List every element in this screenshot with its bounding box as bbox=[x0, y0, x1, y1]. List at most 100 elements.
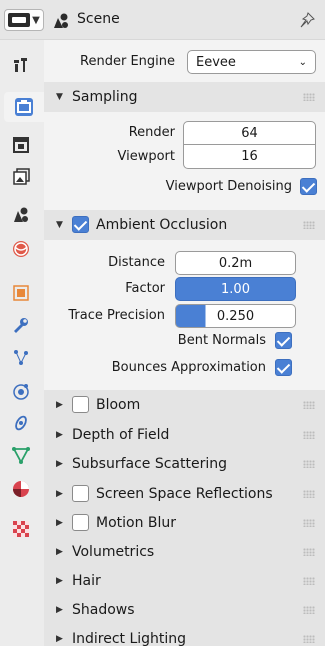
collapsed-arrow-icon: ▶ bbox=[56, 547, 63, 557]
chevron-down-icon: ⌄ bbox=[298, 56, 307, 68]
render-samples-field[interactable]: 64 bbox=[183, 121, 316, 145]
motion-blur-checkbox[interactable] bbox=[72, 514, 89, 531]
object-tab[interactable] bbox=[4, 278, 38, 308]
panel-title: Subsurface Scattering bbox=[72, 456, 227, 472]
tool-icon bbox=[14, 58, 27, 72]
bloom-checkbox[interactable] bbox=[72, 396, 89, 413]
panel-header-indirect-lighting[interactable]: ▶ Indirect Lighting bbox=[44, 624, 325, 646]
modifier-tab[interactable] bbox=[4, 310, 38, 340]
panel-header-shadows[interactable]: ▶ Shadows bbox=[44, 595, 325, 625]
constraints-icon bbox=[15, 415, 27, 431]
collapsed-arrow-icon: ▶ bbox=[56, 576, 63, 586]
panel-header-screen-space-reflections[interactable]: ▶ Screen Space Reflections bbox=[44, 479, 325, 509]
object-icon bbox=[13, 285, 29, 301]
world-tab[interactable] bbox=[4, 234, 38, 264]
panel-title: Bloom bbox=[96, 397, 141, 413]
render-samples-value: 64 bbox=[241, 125, 258, 141]
distance-field[interactable]: 0.2m bbox=[175, 251, 296, 275]
factor-label: Factor bbox=[125, 281, 165, 296]
render-engine-value: Eevee bbox=[196, 54, 236, 70]
material-tab[interactable] bbox=[4, 474, 38, 504]
render-tab[interactable] bbox=[4, 92, 44, 122]
trace-precision-label: Trace Precision bbox=[68, 308, 165, 323]
panel-header-hair[interactable]: ▶ Hair bbox=[44, 566, 325, 596]
context-title: Scene bbox=[77, 11, 120, 27]
panel-title: Sampling bbox=[72, 89, 138, 105]
scene-tab[interactable] bbox=[4, 200, 38, 230]
panel-header-motion-blur[interactable]: ▶ Motion Blur bbox=[44, 508, 325, 538]
output-icon bbox=[13, 137, 29, 153]
physics-icon bbox=[13, 384, 29, 400]
panel-title: Indirect Lighting bbox=[72, 631, 187, 646]
screen-space-reflections-checkbox[interactable] bbox=[72, 485, 89, 502]
expanded-arrow-icon: ▼ bbox=[56, 220, 63, 230]
panel-title: Screen Space Reflections bbox=[96, 486, 273, 502]
material-icon bbox=[13, 481, 29, 497]
panel-title: Volumetrics bbox=[72, 544, 155, 560]
drag-grip-icon[interactable] bbox=[303, 460, 315, 468]
drag-grip-icon[interactable] bbox=[303, 401, 315, 409]
viewport-samples-field[interactable]: 16 bbox=[183, 145, 316, 169]
drag-grip-icon[interactable] bbox=[303, 431, 315, 439]
render-engine-select[interactable]: Eevee ⌄ bbox=[187, 50, 316, 74]
texture-tab[interactable] bbox=[4, 514, 38, 544]
tool-tab[interactable] bbox=[4, 50, 38, 80]
collapsed-arrow-icon: ▶ bbox=[56, 489, 63, 499]
distance-label: Distance bbox=[108, 255, 165, 270]
render-engine-label: Render Engine bbox=[80, 54, 175, 69]
collapsed-arrow-icon: ▶ bbox=[56, 430, 63, 440]
drag-grip-icon[interactable] bbox=[303, 93, 315, 101]
factor-value: 1.00 bbox=[221, 281, 250, 297]
pin-icon[interactable] bbox=[299, 12, 315, 28]
collapsed-arrow-icon: ▶ bbox=[56, 400, 63, 410]
data-tab[interactable] bbox=[4, 440, 38, 470]
panel-header-subsurface-scattering[interactable]: ▶ Subsurface Scattering bbox=[44, 449, 325, 479]
render-samples-label: Render bbox=[128, 125, 175, 140]
viewport-denoising-label: Viewport Denoising bbox=[165, 179, 292, 194]
particles-tab[interactable] bbox=[4, 342, 38, 372]
trace-precision-value: 0.250 bbox=[216, 308, 255, 324]
collapsed-arrow-icon: ▶ bbox=[56, 605, 63, 615]
physics-tab[interactable] bbox=[4, 376, 38, 406]
viewport-samples-label: Viewport bbox=[117, 149, 176, 164]
panel-header-volumetrics[interactable]: ▶ Volumetrics bbox=[44, 537, 325, 567]
drag-grip-icon[interactable] bbox=[303, 519, 315, 527]
panel-header-bloom[interactable]: ▶ Bloom bbox=[44, 390, 325, 420]
output-tab[interactable] bbox=[4, 130, 38, 160]
panel-title: Motion Blur bbox=[96, 515, 177, 531]
editor-type-selector[interactable]: ▼ bbox=[4, 9, 44, 31]
viewport-denoising-checkbox[interactable] bbox=[300, 178, 317, 195]
drag-grip-icon[interactable] bbox=[303, 490, 315, 498]
texture-icon bbox=[13, 521, 29, 537]
bent-normals-checkbox[interactable] bbox=[275, 332, 292, 349]
render-icon bbox=[15, 98, 33, 116]
drag-grip-icon[interactable] bbox=[303, 635, 315, 643]
drag-grip-icon[interactable] bbox=[303, 548, 315, 556]
world-icon bbox=[13, 241, 29, 257]
trace-precision-slider[interactable]: 0.250 bbox=[175, 304, 296, 328]
properties-editor-icon bbox=[8, 13, 31, 27]
drag-grip-icon[interactable] bbox=[303, 577, 315, 585]
ambient-occlusion-checkbox[interactable] bbox=[72, 216, 89, 233]
drag-grip-icon[interactable] bbox=[303, 606, 315, 614]
bounces-approximation-label: Bounces Approximation bbox=[111, 360, 266, 375]
expanded-arrow-icon: ▼ bbox=[56, 92, 63, 102]
panel-title: Shadows bbox=[72, 602, 135, 618]
properties-tab-strip bbox=[0, 40, 44, 646]
bounces-approximation-checkbox[interactable] bbox=[275, 359, 292, 376]
panel-header-sampling[interactable]: ▼ Sampling bbox=[44, 82, 325, 112]
panel-title: Depth of Field bbox=[72, 427, 170, 443]
view-layer-tab[interactable] bbox=[4, 162, 38, 192]
constraints-tab[interactable] bbox=[4, 408, 38, 438]
scene-icon bbox=[14, 207, 28, 222]
panel-title: Ambient Occlusion bbox=[96, 217, 228, 233]
bent-normals-label: Bent Normals bbox=[177, 333, 266, 348]
panel-header-depth-of-field[interactable]: ▶ Depth of Field bbox=[44, 420, 325, 450]
collapsed-arrow-icon: ▶ bbox=[56, 459, 63, 469]
drag-grip-icon[interactable] bbox=[303, 221, 315, 229]
distance-value: 0.2m bbox=[218, 255, 253, 271]
scene-icon bbox=[54, 13, 68, 28]
factor-slider[interactable]: 1.00 bbox=[175, 277, 296, 301]
viewport-samples-value: 16 bbox=[241, 149, 258, 164]
panel-header-ambient-occlusion[interactable]: ▼ Ambient Occlusion bbox=[44, 210, 325, 240]
